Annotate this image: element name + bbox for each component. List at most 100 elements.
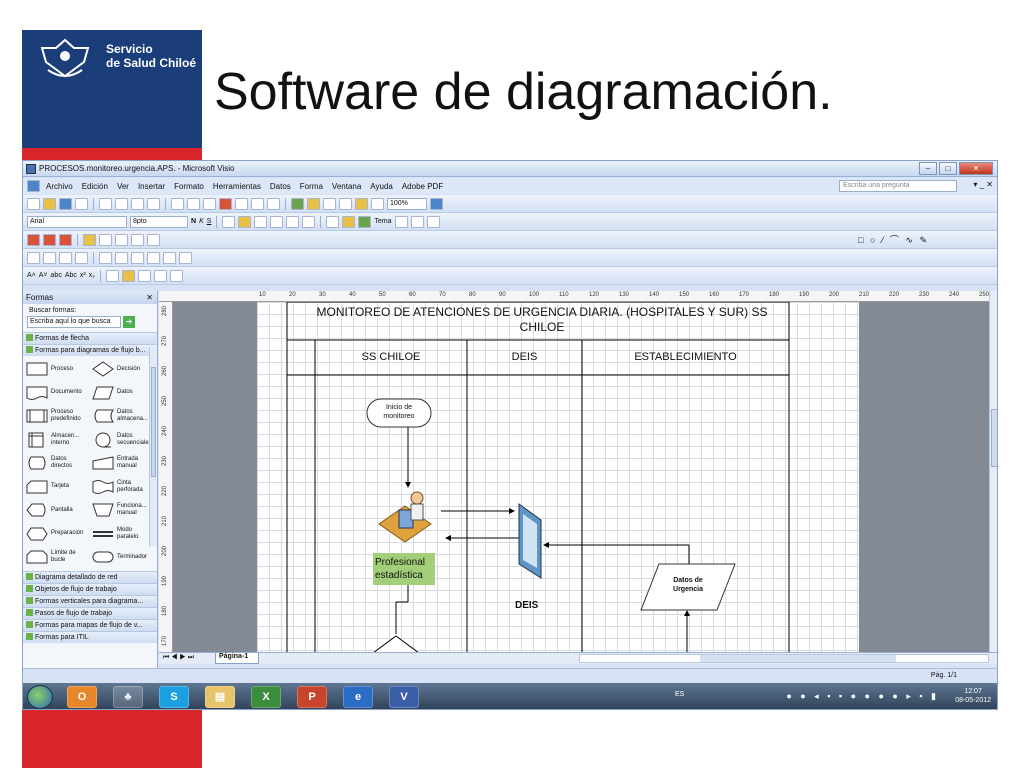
text-block-middle-icon[interactable] bbox=[121, 269, 135, 282]
align-shapes-icon[interactable] bbox=[27, 251, 40, 264]
menu-insertar[interactable]: Insertar bbox=[138, 182, 165, 191]
stencil-shape-item[interactable]: Tarjeta bbox=[26, 478, 88, 496]
font-name-select[interactable]: Arial bbox=[27, 215, 127, 228]
rotate-right-icon[interactable] bbox=[147, 251, 160, 264]
paragraph-spacing-icon[interactable] bbox=[153, 269, 167, 282]
subscript-button[interactable]: x₂ bbox=[89, 272, 95, 279]
scrollbar-thumb[interactable] bbox=[700, 655, 896, 662]
skype-taskbar-icon[interactable]: S bbox=[159, 686, 189, 708]
messenger-taskbar-icon[interactable]: ♣ bbox=[113, 686, 143, 708]
group-icon[interactable] bbox=[83, 233, 96, 246]
stencil-shape-item[interactable]: Datos directos bbox=[26, 454, 88, 472]
rotate-icon[interactable] bbox=[147, 233, 160, 246]
menu-formato[interactable]: Formato bbox=[174, 182, 204, 191]
menu-datos[interactable]: Datos bbox=[270, 182, 291, 191]
delete-icon[interactable] bbox=[219, 197, 232, 210]
line-weight-icon[interactable] bbox=[394, 215, 408, 228]
print-preview-icon[interactable] bbox=[115, 197, 128, 210]
search-go-button[interactable]: ➔ bbox=[123, 316, 135, 328]
shapes-icon[interactable] bbox=[291, 197, 304, 210]
stencil-shape-item[interactable]: Proceso predefinido bbox=[26, 407, 88, 425]
stencil-shape-item[interactable]: Cinta perforada bbox=[92, 478, 154, 496]
menu-ver[interactable]: Ver bbox=[117, 182, 129, 191]
stencil-shape-item[interactable]: Funciona... manual bbox=[92, 501, 154, 519]
system-tray-icons[interactable]: ● ● ◂ ▪ ▪ ● ● ● ● ▸ ▪ ▮ bbox=[786, 691, 939, 702]
increase-indent-icon[interactable] bbox=[302, 215, 316, 228]
new-icon[interactable] bbox=[27, 197, 40, 210]
page-tab[interactable]: Página-1 bbox=[215, 653, 259, 664]
redo-icon[interactable] bbox=[267, 197, 280, 210]
flip-horizontal-icon[interactable] bbox=[99, 251, 112, 264]
decrease-indent-icon[interactable] bbox=[286, 215, 300, 228]
menu-adobe-pdf[interactable]: Adobe PDF bbox=[402, 182, 443, 191]
stencil-value-stream[interactable]: Formas para mapas de flujo de v... bbox=[23, 619, 157, 631]
strikethrough-button[interactable]: abc bbox=[51, 272, 62, 279]
line-color-icon[interactable] bbox=[342, 215, 356, 228]
connector-tool-icon[interactable] bbox=[323, 197, 336, 210]
stencil-shape-item[interactable]: Decisión bbox=[92, 360, 154, 378]
research-icon[interactable] bbox=[147, 197, 160, 210]
stencil-workflow-steps[interactable]: Pasos de flujo de trabajo bbox=[23, 607, 157, 619]
menu-ayuda[interactable]: Ayuda bbox=[370, 182, 393, 191]
stencil-shape-item[interactable]: Terminador bbox=[92, 548, 154, 566]
maximize-button[interactable]: □ bbox=[939, 162, 957, 175]
shrink-font-button[interactable]: A˅ bbox=[39, 272, 48, 279]
layer-select-icon[interactable] bbox=[59, 233, 72, 246]
print-icon[interactable] bbox=[99, 197, 112, 210]
stencil-vertical-shapes[interactable]: Formas verticales para diagrama... bbox=[23, 595, 157, 607]
menu-edicion[interactable]: Edición bbox=[82, 182, 108, 191]
menu-window-controls[interactable]: ▾ _ ✕ bbox=[973, 180, 993, 189]
paste-icon[interactable] bbox=[203, 197, 216, 210]
stencil-shape-item[interactable]: Modo paralelo bbox=[92, 525, 154, 543]
close-panel-icon[interactable]: ✕ bbox=[146, 291, 153, 304]
underline-button[interactable]: S bbox=[207, 218, 212, 225]
bullets-icon[interactable] bbox=[270, 215, 284, 228]
layer-properties-icon[interactable] bbox=[43, 233, 56, 246]
minimize-button[interactable]: – bbox=[919, 162, 937, 175]
horizontal-scrollbar[interactable] bbox=[579, 654, 989, 663]
stencil-flowchart-shapes[interactable]: Formas para diagramas de flujo b... bbox=[23, 344, 157, 356]
stencil-arrow-shapes[interactable]: Formas de flecha bbox=[23, 332, 157, 344]
cut-icon[interactable] bbox=[171, 197, 184, 210]
menu-forma[interactable]: Forma bbox=[300, 182, 323, 191]
menu-ventana[interactable]: Ventana bbox=[332, 182, 361, 191]
menu-herramientas[interactable]: Herramientas bbox=[213, 182, 261, 191]
theme-button[interactable]: Tema bbox=[374, 218, 391, 225]
bring-front-icon[interactable] bbox=[115, 233, 128, 246]
drawing-tools[interactable]: □ ○ ⁄ ⌒ ∿ ✎ bbox=[858, 233, 929, 246]
grow-font-button[interactable]: A˄ bbox=[27, 272, 36, 279]
bold-button[interactable]: N bbox=[191, 218, 196, 225]
stencil-shape-item[interactable]: Documento bbox=[26, 384, 88, 402]
close-button[interactable]: ✕ bbox=[959, 162, 993, 175]
stencil-shape-item[interactable]: Límite de bucle bbox=[26, 548, 88, 566]
layout-shapes-icon[interactable] bbox=[75, 251, 88, 264]
scrollbar-thumb[interactable] bbox=[991, 409, 997, 467]
stencil-network[interactable]: Diagrama detallado de red bbox=[23, 571, 157, 583]
drawing-page[interactable]: MONITOREO DE ATENCIONES DE URGENCIA DIAR… bbox=[257, 302, 859, 652]
save-icon[interactable] bbox=[59, 197, 72, 210]
align-right-icon[interactable] bbox=[254, 215, 268, 228]
connect-shapes-icon[interactable] bbox=[59, 251, 72, 264]
pointer-tool-icon[interactable] bbox=[307, 197, 320, 210]
open-icon[interactable] bbox=[43, 197, 56, 210]
taskbar-clock[interactable]: 12:07 08-05-2012 bbox=[955, 687, 991, 705]
stamp-tool-icon[interactable] bbox=[355, 197, 368, 210]
text-block-bottom-icon[interactable] bbox=[137, 269, 151, 282]
text-tool-icon[interactable] bbox=[339, 197, 352, 210]
font-color-icon[interactable] bbox=[326, 215, 340, 228]
ask-question-input[interactable]: Escriba una pregunta bbox=[839, 180, 957, 192]
line-spacing-icon[interactable] bbox=[169, 269, 183, 282]
stencil-shape-item[interactable]: Pantalla bbox=[26, 501, 88, 519]
size-position-icon[interactable] bbox=[163, 251, 176, 264]
distribute-icon[interactable] bbox=[43, 251, 56, 264]
start-button[interactable] bbox=[27, 685, 53, 709]
ruler-icon[interactable] bbox=[179, 251, 192, 264]
small-caps-button[interactable]: Abc bbox=[65, 272, 77, 279]
stencil-shape-item[interactable]: Proceso bbox=[26, 360, 88, 378]
scrollbar-thumb[interactable] bbox=[151, 367, 156, 477]
ungroup-icon[interactable] bbox=[99, 233, 112, 246]
stencil-shape-item[interactable]: Preparación bbox=[26, 525, 88, 543]
line-pattern-icon[interactable] bbox=[410, 215, 424, 228]
doc-menu-icon[interactable] bbox=[27, 180, 40, 192]
layer-icon[interactable] bbox=[27, 233, 40, 246]
